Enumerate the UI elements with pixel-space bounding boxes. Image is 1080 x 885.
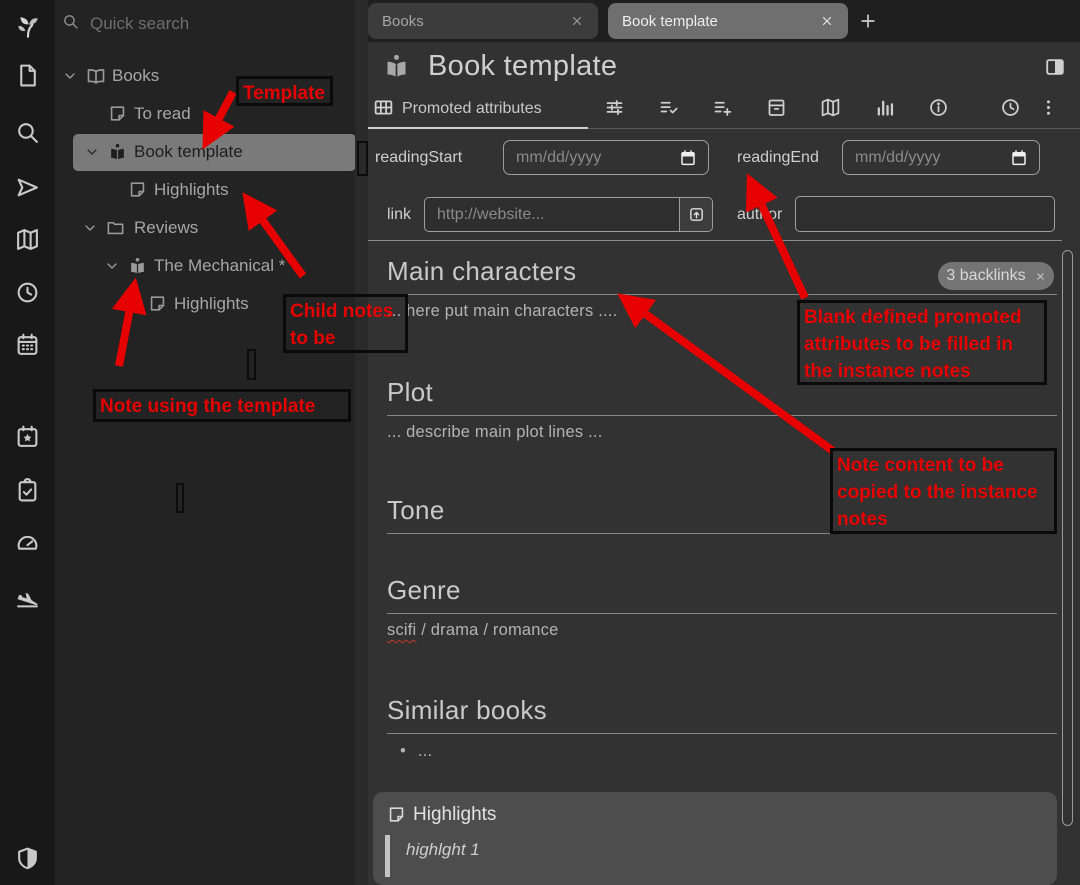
note-tree: Books To read Book template Highlights R…: [55, 0, 355, 885]
ribbon-border: [588, 128, 1080, 129]
ribbon-tab-promoted-attributes[interactable]: Promoted attributes: [402, 100, 542, 118]
link-field[interactable]: [425, 198, 680, 231]
tree-scroll-gutter: [355, 0, 368, 885]
tab-label: Books: [382, 13, 424, 30]
link-input[interactable]: [424, 197, 713, 232]
calendar-icon[interactable]: [15, 332, 41, 358]
author-input[interactable]: [795, 196, 1055, 232]
calendar-star-icon[interactable]: [15, 424, 41, 450]
reading-end-input[interactable]: [842, 140, 1040, 175]
similar-books-bullet[interactable]: ...: [400, 742, 432, 761]
gauge-icon[interactable]: [15, 531, 41, 557]
tree-item-label: Highlights: [154, 180, 229, 200]
clipboard-check-icon[interactable]: [15, 478, 41, 504]
annotation-template-label: Template: [236, 76, 333, 106]
tree-item-label: Reviews: [134, 218, 198, 238]
chevron-down-icon[interactable]: [62, 68, 78, 84]
section-heading-similar-books[interactable]: Similar books: [387, 695, 1057, 734]
chevron-down-icon[interactable]: [82, 220, 98, 236]
tree-item-label: Book template: [134, 142, 243, 162]
link-label: link: [387, 206, 411, 224]
search-icon[interactable]: [15, 120, 41, 146]
info-icon[interactable]: [928, 97, 949, 118]
annotation-artifact-box: [357, 141, 368, 176]
author-field[interactable]: [796, 197, 1054, 231]
promoted-attributes-grid-icon: [373, 97, 394, 118]
paper-plane-icon[interactable]: [15, 175, 41, 201]
chevron-down-icon[interactable]: [104, 258, 120, 274]
bar-chart-icon[interactable]: [874, 97, 895, 118]
book-reader-icon: [108, 142, 128, 162]
archive-box-icon[interactable]: [766, 97, 787, 118]
reading-start-input[interactable]: [503, 140, 709, 175]
annotation-note-using-label: Note using the template: [93, 389, 351, 422]
map-icon[interactable]: [820, 97, 841, 118]
note-map-icon[interactable]: [15, 227, 41, 253]
tree-item-label: The Mechanical *: [154, 256, 285, 276]
included-note-title[interactable]: Highlights: [413, 804, 496, 826]
annotation-note-content-label: Note content to be copied to the instanc…: [830, 448, 1057, 534]
section-body-main-characters[interactable]: ... here put main characters ....: [387, 302, 617, 321]
tree-item-label: Highlights: [174, 294, 249, 314]
author-label: author: [737, 206, 782, 224]
open-link-button[interactable]: [679, 198, 712, 231]
reading-start-label: readingStart: [375, 149, 462, 167]
plane-icon[interactable]: [15, 585, 41, 611]
calendar-icon[interactable]: [679, 149, 697, 167]
reading-end-label: readingEnd: [737, 149, 819, 167]
ribbon-active-underline: [368, 127, 588, 129]
folder-icon: [106, 218, 126, 238]
open-book-icon: [86, 66, 106, 86]
annotation-child-notes-label: Child notes to be copied: [283, 294, 408, 353]
attributes-separator: [368, 240, 1062, 241]
quick-search-icon[interactable]: [62, 13, 79, 30]
note-icon: [108, 104, 128, 124]
note-title[interactable]: Book template: [428, 50, 617, 83]
close-icon[interactable]: [570, 14, 584, 28]
annotation-blank-attrs-label: Blank defined promoted attributes to be …: [797, 300, 1047, 385]
scrollbar-thumb[interactable]: [1062, 250, 1073, 826]
annotation-artifact-box: [247, 349, 256, 380]
book-reader-icon: [128, 256, 148, 276]
section-body-plot[interactable]: ... describe main plot lines ...: [387, 423, 603, 442]
tab-bar: Books Book template: [368, 0, 1080, 42]
new-note-document-icon[interactable]: [15, 63, 41, 89]
tab-label: Book template: [622, 13, 718, 30]
recent-changes-history-icon[interactable]: [15, 280, 41, 306]
section-heading-genre[interactable]: Genre: [387, 575, 1057, 614]
sliders-icon[interactable]: [604, 97, 625, 118]
tab-book-template[interactable]: Book template: [608, 3, 848, 39]
sprout-logo-icon[interactable]: [15, 14, 41, 40]
tree-item-label: To read: [134, 104, 191, 124]
section-heading-main-characters[interactable]: Main characters: [387, 256, 1057, 295]
open-external-icon: [688, 206, 705, 223]
misspelled-word: scifi: [387, 621, 416, 639]
chevron-down-icon[interactable]: [84, 144, 100, 160]
annotation-artifact-box: [176, 483, 184, 513]
section-body-genre[interactable]: scifi / drama / romance: [387, 621, 559, 640]
blockquote-bar: [385, 835, 390, 877]
app-window: Books To read Book template Highlights R…: [0, 0, 1080, 885]
genre-rest: / drama / romance: [416, 621, 558, 639]
launcher-bar: [0, 0, 55, 885]
shield-icon[interactable]: [15, 846, 41, 872]
list-plus-icon[interactable]: [712, 97, 733, 118]
close-icon[interactable]: [820, 14, 834, 28]
included-note-card: Highlights highlght 1: [373, 792, 1057, 885]
history-icon[interactable]: [1000, 97, 1021, 118]
note-icon: [148, 294, 168, 314]
split-pane-toggle-icon[interactable]: [1044, 56, 1066, 78]
note-icon: [128, 180, 148, 200]
reading-start-field[interactable]: [504, 141, 708, 174]
new-tab-plus-icon[interactable]: [858, 11, 878, 31]
quick-search-input[interactable]: [90, 14, 330, 34]
kebab-menu-icon[interactable]: [1038, 97, 1059, 118]
note-icon: [387, 805, 406, 824]
list-check-icon[interactable]: [658, 97, 679, 118]
calendar-icon[interactable]: [1010, 149, 1028, 167]
included-note-quote[interactable]: highlght 1: [406, 840, 480, 860]
note-title-book-reader-icon: [383, 52, 410, 79]
tree-item-label: Books: [112, 66, 159, 86]
tab-books[interactable]: Books: [368, 3, 598, 39]
